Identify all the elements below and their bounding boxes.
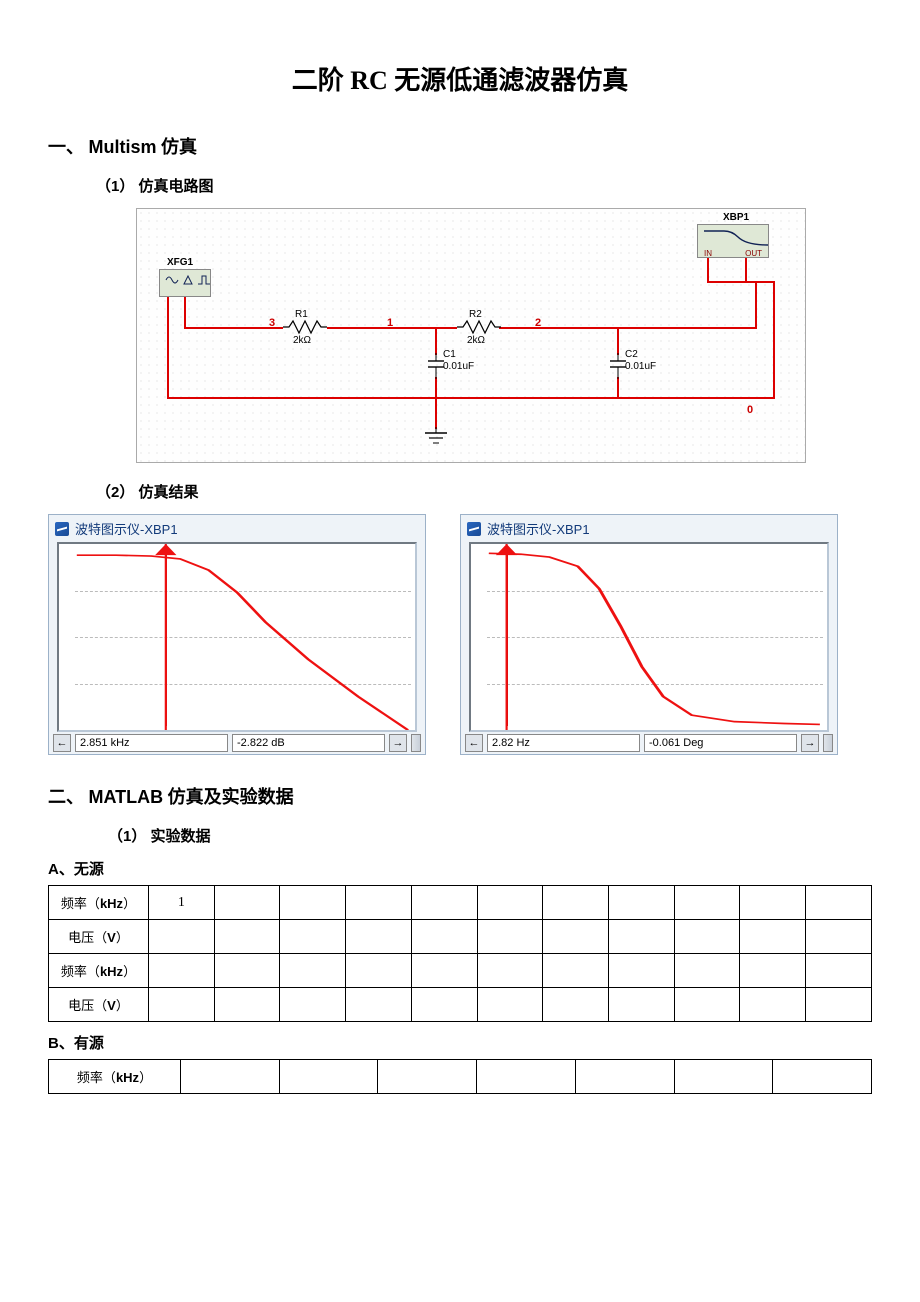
c1-name: C1: [443, 349, 456, 360]
subsection-1-2-text: （2） 仿真结果: [96, 484, 199, 501]
xfg1-label: XFG1: [167, 257, 193, 268]
circuit-diagram: XBP1 IN OUT XFG1 R1 2kΩ R2 2kΩ C1 0.: [136, 208, 806, 463]
node-2: 2: [535, 317, 541, 329]
table-a-latin: A: [48, 861, 59, 878]
section-2-prefix: 二、: [48, 787, 89, 807]
title-suffix: 无源低通滤波器仿真: [388, 66, 629, 95]
resize-handle[interactable]: [823, 734, 833, 752]
table-row: 频率（kHz）: [49, 954, 872, 988]
section-1-prefix: 一、: [48, 137, 89, 157]
function-generator-icon: [162, 272, 214, 288]
section-1-suffix: 仿真: [157, 137, 198, 157]
table-b-active: 频率（kHz）: [48, 1059, 872, 1094]
row-header-freq: 频率（kHz）: [49, 954, 149, 988]
r1-value: 2kΩ: [293, 335, 311, 346]
section-1-latin: Multism: [89, 137, 157, 157]
title-prefix: 二阶: [292, 66, 351, 95]
section-2-suffix: 仿真及实验数据: [163, 787, 294, 807]
r2-name: R2: [469, 309, 482, 320]
bode-panel-magnitude: 波特图示仪-XBP1 ← 2.851 kHz -2.822 dB →: [48, 514, 426, 755]
c1-value: 0.01uF: [443, 361, 474, 372]
cursor-next-button[interactable]: →: [389, 734, 407, 752]
bode-icon: [700, 227, 772, 247]
subsection-2-1-text: （1） 实验数据: [108, 828, 211, 845]
bode-panel-title-2: 波特图示仪-XBP1: [461, 515, 837, 542]
cell: 1: [149, 886, 215, 920]
bode-plots-row: 波特图示仪-XBP1 ← 2.851 kHz -2.822 dB → 波特图示仪…: [48, 514, 872, 755]
bode-bottom-bar-1: ← 2.851 kHz -2.822 dB →: [49, 732, 425, 754]
cursor-x-value: 2.851 kHz: [75, 734, 228, 752]
table-b-latin: B: [48, 1035, 59, 1052]
bode-panel-title-1: 波特图示仪-XBP1: [49, 515, 425, 542]
section-2-latin: MATLAB: [89, 787, 164, 807]
c2-value: 0.01uF: [625, 361, 656, 372]
phase-curve: [471, 544, 827, 730]
resize-handle[interactable]: [411, 734, 421, 752]
section-2-heading: 二、 MATLAB 仿真及实验数据: [48, 783, 872, 809]
subsection-2-1: （1） 实验数据: [108, 825, 872, 846]
cursor-x-value: 2.82 Hz: [487, 734, 640, 752]
xbp1-instrument[interactable]: IN OUT: [697, 224, 769, 258]
section-1-heading: 一、 Multism 仿真: [48, 133, 872, 159]
resistor-r1: [283, 319, 327, 335]
page-title: 二阶 RC 无源低通滤波器仿真: [48, 60, 872, 97]
xbp1-out-label: OUT: [745, 250, 762, 259]
table-a-suffix: 、无源: [59, 862, 104, 878]
table-row: 频率（kHz） 1: [49, 886, 872, 920]
table-row: 频率（kHz）: [49, 1060, 872, 1094]
title-latin: RC: [350, 66, 388, 95]
bode-icon: [467, 522, 481, 536]
cursor-y-value: -0.061 Deg: [644, 734, 797, 752]
cursor-next-button[interactable]: →: [801, 734, 819, 752]
row-header-volt: 电压（V）: [49, 988, 149, 1022]
node-0: 0: [747, 404, 753, 416]
subsection-1-2: （2） 仿真结果: [96, 481, 872, 502]
cursor-prev-button[interactable]: ←: [53, 734, 71, 752]
table-a-label: A、无源: [48, 858, 872, 879]
c2-name: C2: [625, 349, 638, 360]
row-header-freq: 频率（kHz）: [49, 1060, 181, 1094]
table-b-label: B、有源: [48, 1032, 872, 1053]
bode-title-1-text: 波特图示仪-XBP1: [75, 519, 178, 538]
bode-icon: [55, 522, 69, 536]
bode-plot-magnitude[interactable]: [57, 542, 417, 732]
xfg1-instrument[interactable]: [159, 269, 211, 297]
subsection-1-1-text: （1） 仿真电路图: [96, 178, 214, 195]
bode-bottom-bar-2: ← 2.82 Hz -0.061 Deg →: [461, 732, 837, 754]
resistor-r2: [457, 319, 501, 335]
r1-name: R1: [295, 309, 308, 320]
subsection-1-1: （1） 仿真电路图: [96, 175, 872, 196]
cursor-prev-button[interactable]: ←: [465, 734, 483, 752]
xbp1-label: XBP1: [723, 212, 749, 223]
row-header-freq: 频率（kHz）: [49, 886, 149, 920]
bode-title-2-text: 波特图示仪-XBP1: [487, 519, 590, 538]
row-header-volt: 电压（V）: [49, 920, 149, 954]
bode-plot-phase[interactable]: [469, 542, 829, 732]
node-3: 3: [269, 317, 275, 329]
cursor-y-value: -2.822 dB: [232, 734, 385, 752]
magnitude-curve: [59, 544, 415, 730]
node-1: 1: [387, 317, 393, 329]
ground-symbol: [423, 427, 449, 449]
table-row: 电压（V）: [49, 920, 872, 954]
table-row: 电压（V）: [49, 988, 872, 1022]
table-a-passive: 频率（kHz） 1 电压（V） 频率（kHz） 电压（V）: [48, 885, 872, 1022]
table-b-suffix: 、有源: [59, 1036, 104, 1052]
bode-panel-phase: 波特图示仪-XBP1 ← 2.82 Hz -0.061 Deg →: [460, 514, 838, 755]
r2-value: 2kΩ: [467, 335, 485, 346]
